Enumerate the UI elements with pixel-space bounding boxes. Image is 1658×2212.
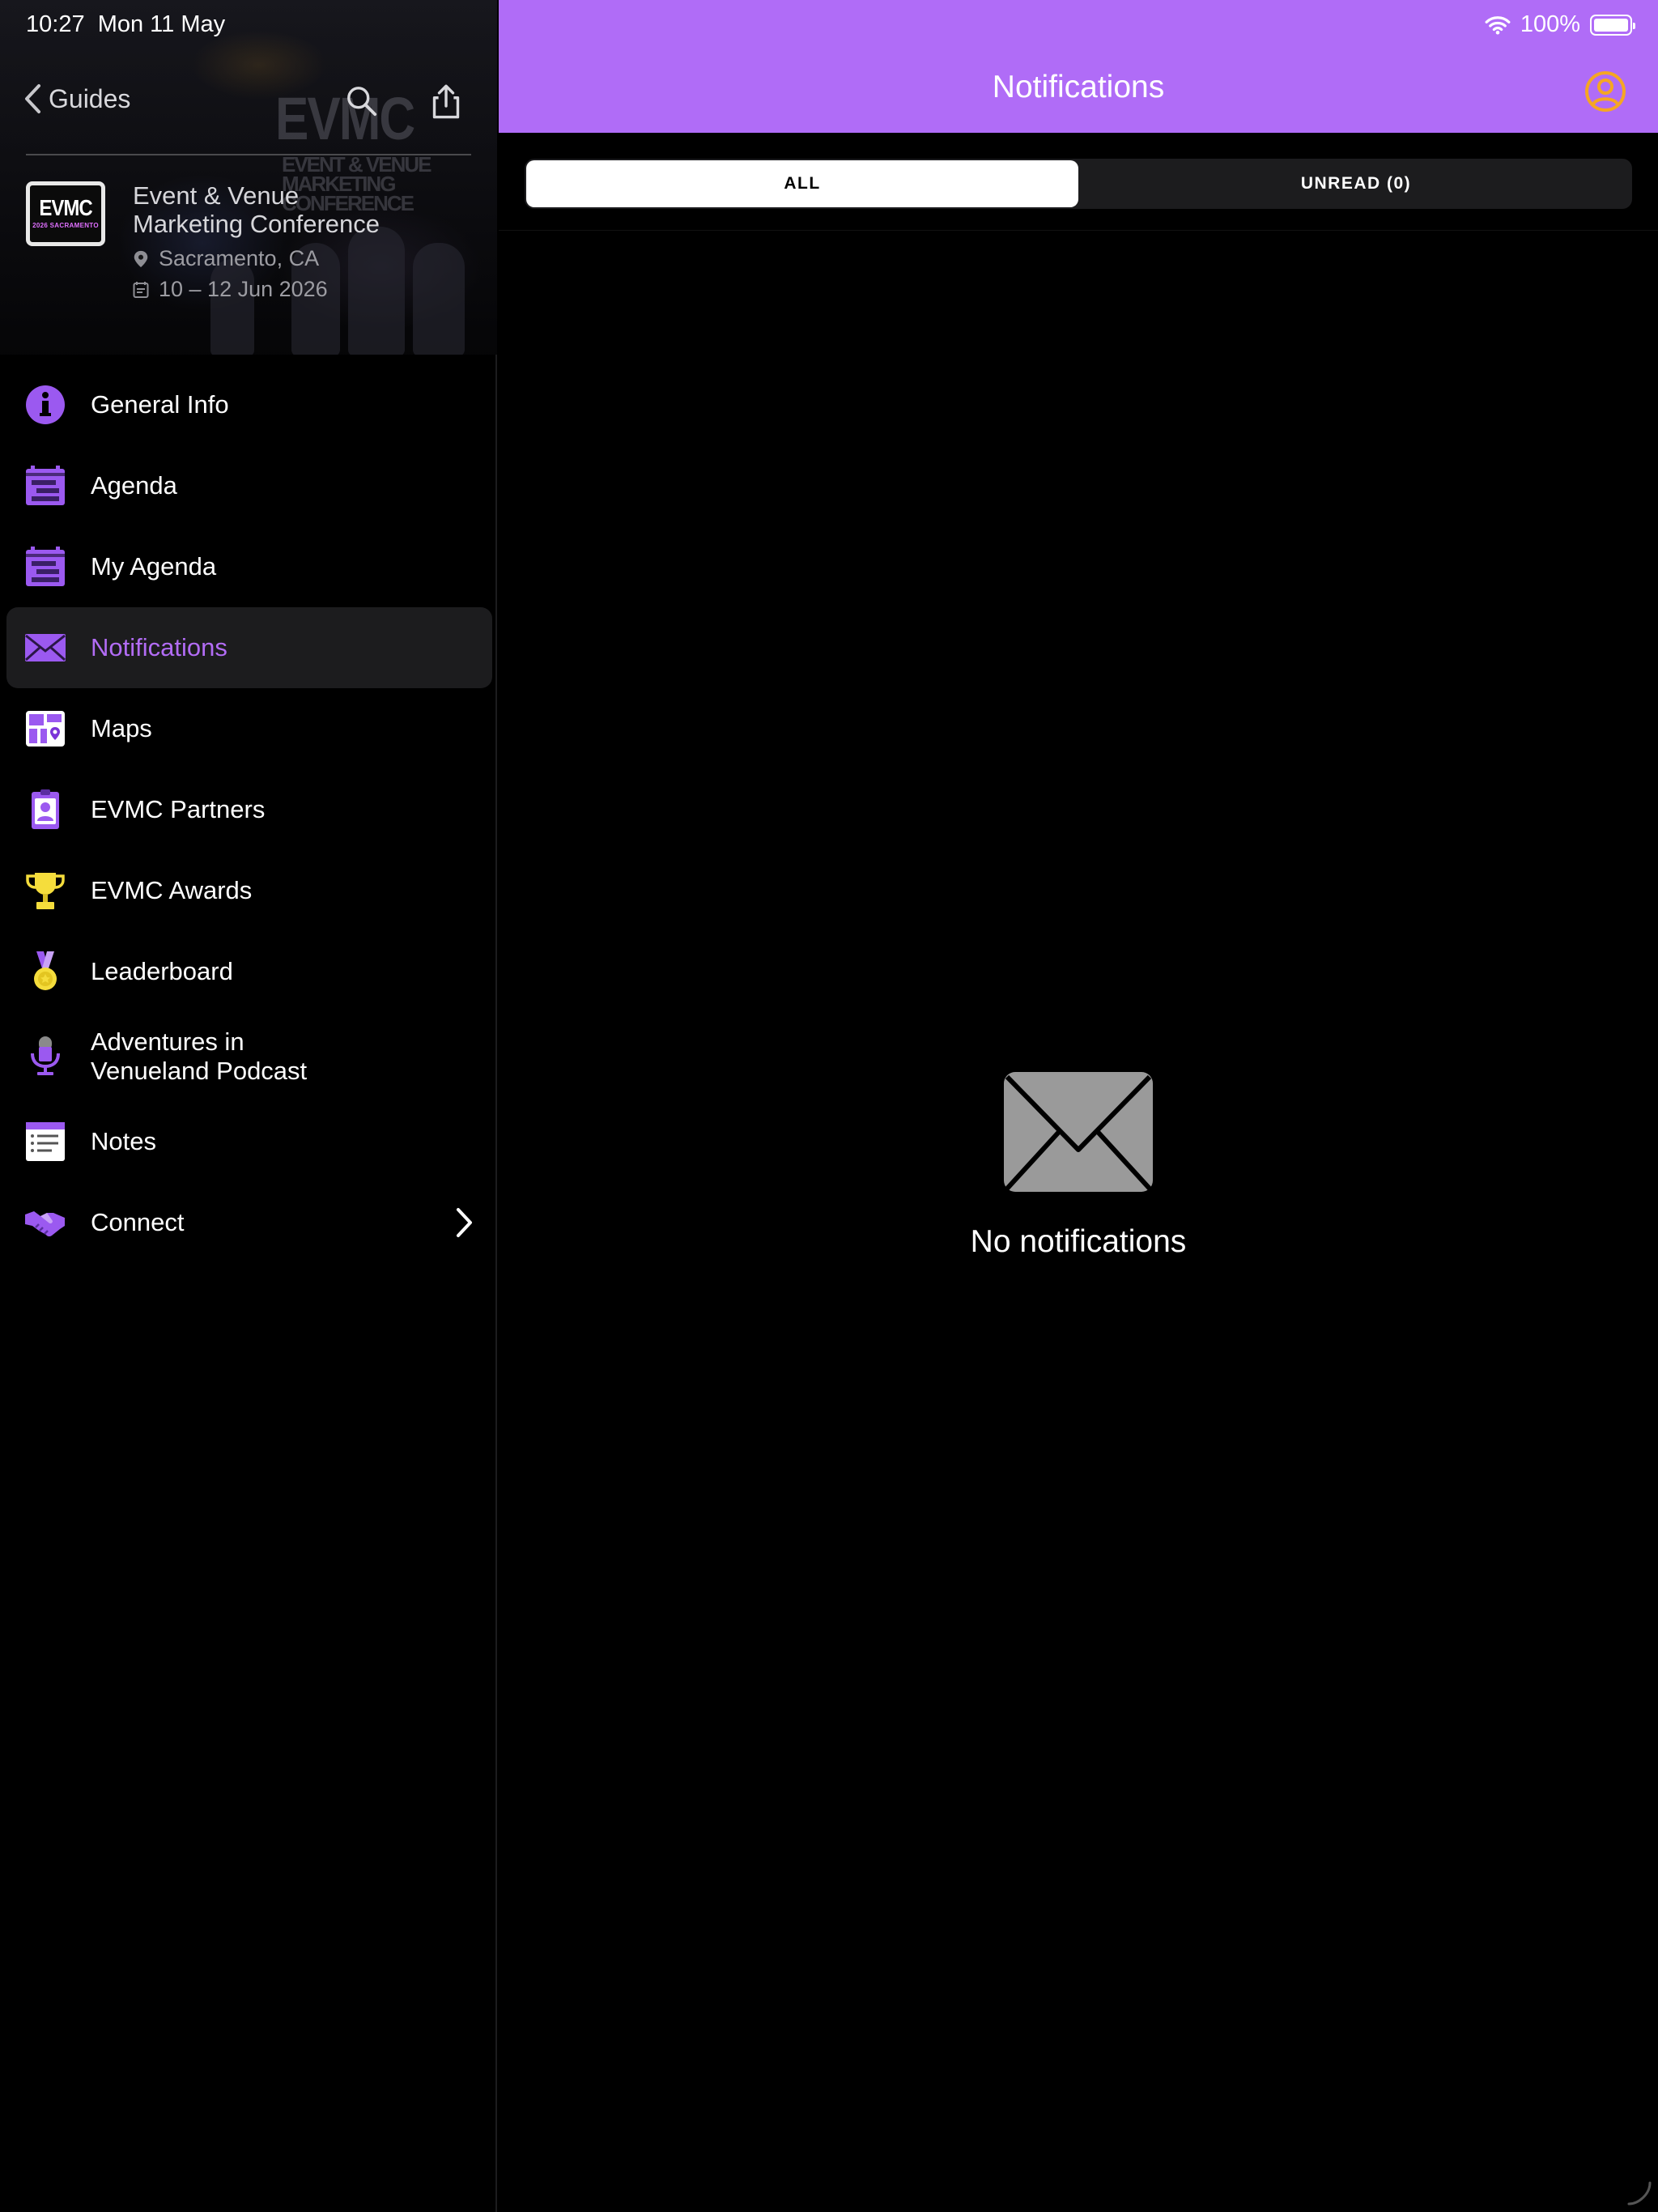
event-dates: 10 – 12 Jun 2026 — [133, 277, 328, 302]
sidebar-menu: General Info Agenda My Agenda Notificati… — [6, 364, 492, 1263]
sidebar: EVMCEVENT & VENUE MARKETING CONFERENCE 10… — [0, 0, 497, 2212]
sidebar-item-label: Maps — [91, 714, 152, 742]
event-title: Event & Venue Marketing Conference — [133, 181, 380, 238]
location-pin-icon — [134, 250, 148, 267]
event-location: Sacramento, CA — [133, 246, 319, 271]
battery-icon — [1590, 14, 1635, 36]
sidebar-item-evmc-awards[interactable]: EVMC Awards — [6, 850, 492, 931]
envelope-icon — [24, 627, 66, 669]
my-agenda-icon — [24, 546, 66, 588]
sidebar-item-label: General Info — [91, 390, 229, 419]
sidebar-item-notes[interactable]: Notes — [6, 1101, 492, 1182]
sidebar-item-label: Leaderboard — [91, 957, 233, 985]
chevron-right-icon — [457, 1208, 472, 1237]
sidebar-item-label: Agenda — [91, 471, 177, 500]
podcast-icon — [24, 1036, 66, 1078]
profile-button[interactable] — [1584, 70, 1627, 113]
medal-icon — [24, 951, 66, 993]
empty-state: No notifications — [499, 1070, 1658, 1260]
resize-handle-icon[interactable] — [1626, 2180, 1653, 2207]
tab-all[interactable]: ALL — [526, 160, 1078, 207]
sidebar-item-maps[interactable]: Maps — [6, 688, 492, 769]
info-icon — [24, 384, 66, 426]
partner-badge-icon — [24, 789, 66, 831]
map-icon — [24, 708, 66, 750]
search-button[interactable] — [340, 79, 384, 123]
back-to-guides-button[interactable]: Guides — [23, 83, 130, 115]
notifications-panel: 100% Notifications ALL UNREAD (0) No not… — [499, 0, 1658, 2212]
top-bar: 100% Notifications — [499, 0, 1658, 133]
sidebar-item-label: Connect — [91, 1208, 185, 1236]
sidebar-item-connect[interactable]: Connect — [6, 1182, 492, 1263]
sidebar-item-leaderboard[interactable]: Leaderboard — [6, 931, 492, 1012]
empty-state-message: No notifications — [970, 1224, 1187, 1259]
battery-percent: 100% — [1520, 11, 1580, 37]
chevron-left-icon — [25, 84, 40, 113]
sidebar-item-evmc-partners[interactable]: EVMC Partners — [6, 769, 492, 850]
handshake-icon — [24, 1202, 66, 1244]
profile-icon — [1585, 71, 1626, 112]
back-label: Guides — [49, 83, 131, 113]
sidebar-item-label: My Agenda — [91, 552, 217, 581]
status-indicators: 100% — [1485, 11, 1635, 38]
search-icon — [347, 87, 377, 117]
calendar-icon — [133, 281, 149, 298]
sidebar-item-label: Notes — [91, 1127, 156, 1155]
sidebar-item-label: EVMC Partners — [91, 795, 266, 823]
notification-filter-tabs: ALL UNREAD (0) — [525, 159, 1632, 209]
sidebar-item-label: Notifications — [91, 633, 227, 661]
share-icon — [432, 84, 460, 119]
tab-unread[interactable]: UNREAD (0) — [1080, 159, 1632, 209]
share-button[interactable] — [424, 79, 468, 123]
sidebar-item-notifications[interactable]: Notifications — [6, 607, 492, 688]
wifi-icon — [1485, 15, 1511, 35]
sidebar-item-label: EVMC Awards — [91, 876, 253, 904]
page-title: Notifications — [992, 70, 1165, 104]
hero-divider — [26, 154, 471, 155]
sidebar-item-general-info[interactable]: General Info — [6, 364, 492, 445]
envelope-icon — [1004, 1072, 1153, 1192]
event-logo: EVMC 2026 SACRAMENTO — [26, 181, 105, 246]
trophy-icon — [24, 870, 66, 912]
sidebar-item-podcast[interactable]: Adventures in Venueland Podcast — [6, 1012, 492, 1101]
sidebar-item-label: Adventures in Venueland Podcast — [91, 1027, 308, 1085]
sidebar-item-agenda[interactable]: Agenda — [6, 445, 492, 526]
sidebar-item-my-agenda[interactable]: My Agenda — [6, 526, 492, 607]
notes-icon — [24, 1121, 66, 1163]
status-time: 10:27 Mon 11 May — [26, 11, 226, 37]
divider — [499, 230, 1658, 231]
agenda-icon — [24, 465, 66, 507]
